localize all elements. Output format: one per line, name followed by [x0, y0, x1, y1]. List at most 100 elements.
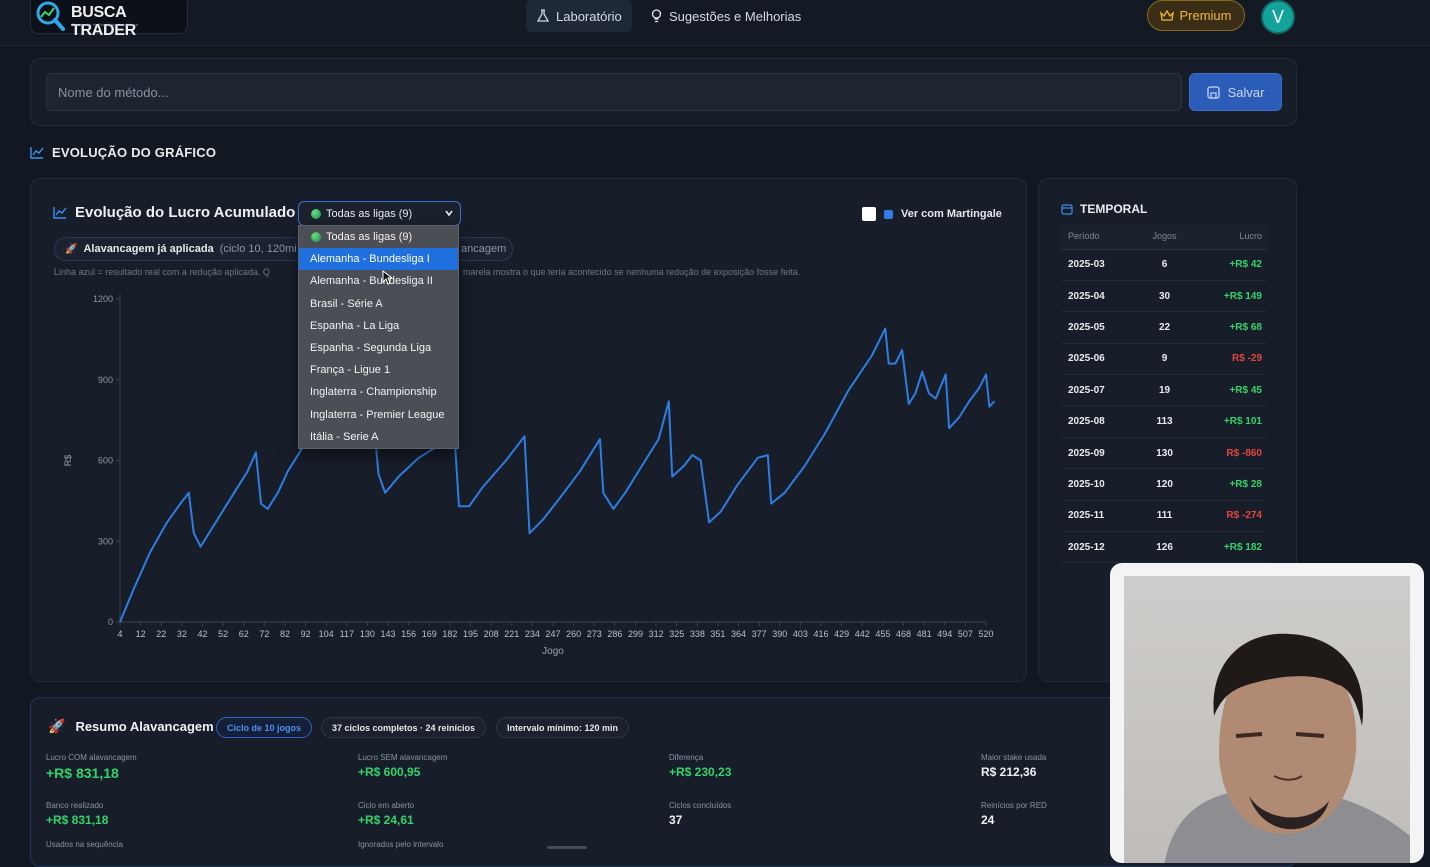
badge-ciclo: Ciclo de 10 jogos — [216, 717, 313, 738]
flask-icon — [536, 9, 550, 22]
league-option[interactable]: Itália - Serie A — [299, 426, 458, 448]
x-tick-label: 195 — [463, 629, 478, 639]
x-tick-label: 364 — [731, 629, 746, 639]
row-jogos: 19 — [1142, 374, 1187, 407]
league-option[interactable]: Brasil - Série A — [299, 293, 458, 315]
stat-ignorados: Ignorados pelo intervalo — [358, 840, 443, 849]
stat-ciclos: Ciclos concluídos 37 — [669, 801, 731, 827]
row-jogos: 126 — [1142, 531, 1187, 564]
table-row: 2025-10 120 +R$ 28 — [1061, 468, 1267, 501]
x-tick-label: 416 — [814, 629, 829, 639]
stat-value: +R$ 600,95 — [358, 765, 421, 779]
x-tick-label: 221 — [504, 629, 519, 639]
x-tick-label: 130 — [360, 629, 375, 639]
stat-value: +R$ 24,61 — [358, 813, 414, 827]
x-tick-label: 351 — [710, 629, 725, 639]
league-option[interactable]: Alemanha - Bundesliga II — [299, 270, 458, 292]
stat-label: Ciclos concluídos — [669, 801, 732, 810]
premium-label: Premium — [1179, 8, 1232, 23]
league-option[interactable]: Inglaterra - Championship — [299, 381, 458, 403]
x-tick-label: 286 — [607, 629, 622, 639]
stat-label: Lucro SEM alavancagem — [358, 753, 448, 762]
x-tick-label: 62 — [239, 629, 249, 639]
resumo-title: 🚀 Resumo Alavancagem — [48, 718, 214, 735]
league-option-label: Alemanha - Bundesliga II — [310, 275, 433, 288]
row-periodo: 2025-10 — [1061, 468, 1143, 501]
x-tick-label: 52 — [218, 629, 228, 639]
x-tick-label: 156 — [401, 629, 416, 639]
table-row: 2025-12 126 +R$ 182 — [1061, 531, 1267, 564]
top-bar: BUSCA TRADER O buscador de Estratégias e… — [0, 0, 1430, 46]
col-lucro: Lucro — [1186, 224, 1267, 250]
row-lucro: +R$ 45 — [1186, 374, 1267, 407]
table-row: 2025-05 22 +R$ 68 — [1061, 311, 1267, 344]
logo[interactable]: BUSCA TRADER O buscador de Estratégias e… — [30, 0, 188, 39]
x-tick-label: 429 — [834, 629, 849, 639]
x-tick-label: 234 — [525, 629, 540, 639]
league-option-label: Inglaterra - Premier League — [310, 408, 445, 421]
stat-label: Ciclo em aberto — [358, 801, 415, 810]
stat-diferenca: Diferença +R$ 230,23 — [669, 753, 731, 779]
x-tick-label: 4 — [117, 629, 122, 639]
x-tick-label: 481 — [917, 629, 932, 639]
league-option[interactable]: Todas as ligas (9) — [299, 226, 458, 248]
scrollbar-thumb[interactable] — [547, 846, 587, 849]
x-tick-label: 42 — [197, 629, 207, 639]
league-option[interactable]: Espanha - Segunda Liga — [299, 337, 458, 359]
temporal-table: Período Jogos Lucro 2025-03 6 +R$ 42 2025-0… — [1061, 224, 1267, 564]
x-tick-label: 468 — [896, 629, 911, 639]
method-name-input[interactable] — [46, 73, 1182, 111]
stat-value: +R$ 831,18 — [46, 813, 109, 827]
x-tick-label: 377 — [752, 629, 767, 639]
row-jogos: 113 — [1142, 405, 1187, 438]
row-lucro: +R$ 42 — [1186, 249, 1267, 281]
resumo-card: 🚀 Resumo Alavancagem Ciclo de 10 jogos 3… — [30, 697, 1297, 867]
row-periodo: 2025-06 — [1061, 343, 1143, 376]
save-button[interactable]: Salvar — [1189, 73, 1282, 111]
save-label: Salvar — [1227, 84, 1265, 100]
league-option[interactable]: França - Ligue 1 — [299, 359, 458, 381]
league-option-label: Espanha - La Liga — [310, 319, 400, 332]
row-jogos: 30 — [1142, 280, 1187, 313]
table-row: 2025-11 111 R$ -274 — [1061, 500, 1267, 533]
avatar-letter: V — [1271, 6, 1284, 27]
y-tick-label: 600 — [98, 456, 113, 466]
league-option[interactable]: Alemanha - Bundesliga I — [299, 248, 458, 271]
stat-label: Banco realizado — [46, 801, 104, 810]
resumo-title-text: Resumo Alavancagem — [75, 719, 214, 734]
stat-ciclo-aberto: Ciclo em aberto +R$ 24,61 — [358, 801, 414, 827]
premium-button[interactable]: Premium — [1147, 0, 1245, 31]
stat-maior-stake: Maior stake usada R$ 212,36 — [981, 753, 1046, 779]
league-option[interactable]: Inglaterra - Premier League — [299, 404, 458, 426]
globe-icon — [311, 232, 321, 243]
user-avatar[interactable]: V — [1261, 0, 1295, 34]
stat-reinicios: Reinícios por RED 24 — [981, 801, 1047, 827]
temporal-title: TEMPORAL — [1061, 202, 1147, 216]
league-dropdown-menu[interactable]: Todas as ligas (9) Alemanha - Bundesliga … — [298, 225, 459, 449]
league-option-label: França - Ligue 1 — [310, 364, 391, 377]
stat-banco: Banco realizado +R$ 831,18 — [46, 801, 108, 827]
nav-sugestoes[interactable]: Sugestões e Melhorias — [640, 0, 811, 32]
row-lucro: +R$ 149 — [1186, 280, 1267, 313]
y-tick-label: 300 — [98, 536, 113, 546]
row-periodo: 2025-09 — [1061, 437, 1143, 470]
x-tick-label: 442 — [855, 629, 870, 639]
section-title: EVOLUÇÃO DO GRÁFICO — [30, 145, 216, 160]
col-jogos: Jogos — [1142, 224, 1187, 250]
logo-tagline: O buscador de Estratégias em Massa — [71, 22, 138, 27]
row-jogos: 22 — [1142, 311, 1187, 344]
x-tick-label: 117 — [340, 629, 354, 639]
row-jogos: 120 — [1142, 468, 1187, 501]
person-figure — [1164, 633, 1410, 863]
nav-laboratorio[interactable]: Laboratório — [526, 0, 632, 32]
section-title-text: EVOLUÇÃO DO GRÁFICO — [52, 145, 217, 160]
league-option-label: Inglaterra - Championship — [310, 386, 437, 399]
nav-laboratorio-label: Laboratório — [556, 8, 622, 24]
x-tick-label: 455 — [875, 629, 890, 639]
row-periodo: 2025-12 — [1061, 531, 1143, 564]
x-tick-label: 325 — [669, 629, 684, 639]
stat-value: +R$ 831,18 — [46, 765, 119, 781]
stat-value: 24 — [981, 813, 995, 827]
league-option[interactable]: Espanha - La Liga — [299, 315, 458, 337]
row-jogos: 111 — [1142, 500, 1187, 533]
